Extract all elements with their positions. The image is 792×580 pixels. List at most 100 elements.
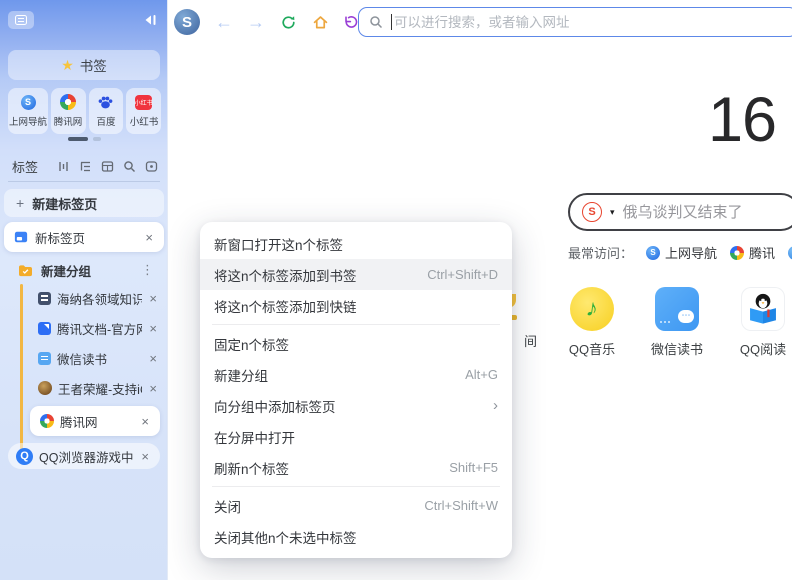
refresh-button[interactable] <box>276 10 300 34</box>
menu-item-label: 固定n个标签 <box>214 334 498 354</box>
most-visited-link[interactable]: c 帮小 <box>788 243 792 262</box>
menu-item-shortcut: Shift+F5 <box>449 460 498 475</box>
menu-item-refresh-tabs[interactable]: 刷新n个标签 Shift+F5 <box>200 452 512 483</box>
quick-link-nav[interactable]: S 上网导航 <box>8 88 48 134</box>
pager-dot-active <box>68 137 88 141</box>
back-icon: ← <box>215 13 233 31</box>
content-search-box[interactable]: S ▾ <box>568 193 792 231</box>
close-tab-icon[interactable]: × <box>148 322 158 335</box>
clock-display: 16 <box>708 84 776 156</box>
tab-item-new-tab[interactable]: 新标签页 × <box>4 222 164 252</box>
close-tab-icon[interactable]: × <box>140 450 150 463</box>
menu-item-label: 关闭 <box>214 496 424 516</box>
menu-divider <box>212 486 500 487</box>
menu-item-add-to-quicklinks[interactable]: 将这n个标签添加到快链 <box>200 290 512 321</box>
tab-item-game-center[interactable]: Q QQ浏览器游戏中心 × <box>8 443 160 469</box>
tree-view-icon[interactable] <box>79 160 92 173</box>
tab-manager-badge[interactable] <box>8 11 34 29</box>
collapse-sidebar-button[interactable] <box>141 11 159 29</box>
bookmarks-button[interactable]: ★ 书签 <box>8 50 160 80</box>
menu-item-add-to-bookmarks[interactable]: 将这n个标签添加到书签 Ctrl+Shift+D <box>200 259 512 290</box>
weread-icon <box>38 352 51 365</box>
shortcut-weread[interactable]: ⋯ 微信读书 <box>643 287 711 358</box>
forward-button[interactable]: → <box>244 10 268 34</box>
star-icon: ★ <box>61 58 74 72</box>
sort-tabs-icon[interactable] <box>57 160 70 173</box>
menu-item-open-split-screen[interactable]: 在分屏中打开 <box>200 421 512 452</box>
most-visited-label: 最常访问： <box>568 243 633 262</box>
menu-item-label: 新建分组 <box>214 365 465 385</box>
menu-item-open-new-window[interactable]: 新窗口打开这n个标签 <box>200 228 512 259</box>
sogou-engine-icon[interactable]: S <box>582 202 602 222</box>
sidebar-divider <box>8 181 160 182</box>
game-favicon <box>38 381 52 395</box>
shortcut-qq-read[interactable]: QQ阅读 <box>729 287 792 358</box>
tags-toolbar: 标签 <box>12 156 158 176</box>
quick-link-label: 上网导航 <box>9 113 47 127</box>
quick-link-tencent[interactable]: 腾讯网 <box>51 88 86 134</box>
most-visited-link[interactable]: S 上网导航 <box>646 243 717 262</box>
home-button[interactable] <box>308 10 332 34</box>
close-tab-icon[interactable]: × <box>148 352 158 365</box>
refresh-icon <box>280 14 297 31</box>
content-search-input[interactable] <box>623 204 786 221</box>
undo-icon <box>342 14 358 30</box>
search-tabs-icon[interactable] <box>123 160 136 173</box>
quick-links-pager[interactable] <box>0 137 168 141</box>
most-visited-link[interactable]: 腾讯 <box>730 243 775 262</box>
menu-divider <box>212 324 500 325</box>
menu-item-close[interactable]: 关闭 Ctrl+Shift+W <box>200 490 512 521</box>
tab-label: 新标签页 <box>35 228 137 247</box>
new-tab-page-icon <box>14 230 28 244</box>
site-favicon <box>38 292 51 305</box>
weread-icon: ⋯ <box>655 287 699 331</box>
shortcut-label: 微信读书 <box>651 339 703 358</box>
menu-item-label: 在分屏中打开 <box>214 427 498 447</box>
menu-item-label: 刷新n个标签 <box>214 458 449 478</box>
sidebar: ★ 书签 S 上网导航 腾讯网 百度 小红书 小红书 <box>0 0 168 580</box>
new-tab-button[interactable]: + 新建标签页 <box>4 189 164 217</box>
menu-item-pin-tabs[interactable]: 固定n个标签 <box>200 328 512 359</box>
shortcut-label-partial[interactable]: 间 <box>524 331 537 350</box>
tab-item[interactable]: 微信读书 × <box>30 346 164 370</box>
tab-label: 海纳各领域知识 <box>57 289 142 308</box>
close-tab-icon[interactable]: × <box>148 292 158 305</box>
qq-read-icon <box>741 287 785 331</box>
address-bar[interactable] <box>358 7 792 37</box>
shortcut-label: QQ音乐 <box>569 339 615 358</box>
menu-item-add-to-group[interactable]: 向分组中添加标签页 › <box>200 390 512 421</box>
menu-item-new-group[interactable]: 新建分组 Alt+G <box>200 359 512 390</box>
tab-label: QQ浏览器游戏中心 <box>39 447 134 466</box>
menu-item-label: 将这n个标签添加到书签 <box>214 265 427 285</box>
tab-group-header[interactable]: 新建分组 ⋮ <box>4 258 164 282</box>
group-menu-icon[interactable]: ⋮ <box>141 262 154 278</box>
help-site-icon: c <box>788 246 792 260</box>
nav-site-icon: S <box>21 95 36 110</box>
tab-item-selected[interactable]: 腾讯网 × <box>30 406 160 436</box>
group-folder-icon <box>18 264 33 277</box>
engine-caret-down-icon[interactable]: ▾ <box>610 207 615 218</box>
back-button[interactable]: ← <box>212 10 236 34</box>
xiaohongshu-icon: 小红书 <box>135 95 152 110</box>
quick-links: S 上网导航 腾讯网 百度 小红书 小红书 <box>8 88 161 134</box>
tab-item[interactable]: 海纳各领域知识 × <box>30 286 164 310</box>
tencent-docs-icon <box>38 322 51 335</box>
quick-link-baidu[interactable]: 百度 <box>89 88 124 134</box>
close-tab-icon[interactable]: × <box>140 415 150 428</box>
menu-item-close-others[interactable]: 关闭其他n个未选中标签 <box>200 521 512 552</box>
grid-view-icon[interactable] <box>101 160 114 173</box>
tab-item[interactable]: 王者荣耀-支持iO × <box>30 376 164 400</box>
close-tab-icon[interactable]: × <box>144 231 154 244</box>
text-caret <box>391 14 392 30</box>
more-tools-icon[interactable] <box>145 160 158 173</box>
browser-logo[interactable]: S <box>174 9 200 35</box>
tencent-icon <box>730 246 744 260</box>
shortcut-qq-music[interactable]: ♪ QQ音乐 <box>558 287 626 358</box>
group-indent-line <box>20 284 23 456</box>
tab-item[interactable]: 腾讯文档-官方网 × <box>30 316 164 340</box>
tencent-icon <box>60 94 76 110</box>
address-input[interactable] <box>394 15 787 30</box>
menu-item-shortcut: Ctrl+Shift+D <box>427 267 498 282</box>
quick-link-xiaohongshu[interactable]: 小红书 小红书 <box>126 88 161 134</box>
close-tab-icon[interactable]: × <box>148 382 158 395</box>
